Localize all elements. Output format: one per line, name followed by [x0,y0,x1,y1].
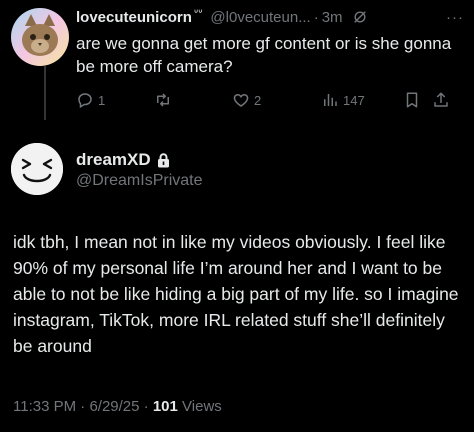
bookmark-icon [406,92,418,108]
separator-dot: · [80,398,86,415]
author-name-row: dreamXD [76,150,170,170]
reply-action-bar: 1 2 147 [76,91,464,111]
more-icon[interactable]: ··· [446,9,464,26]
reply-timestamp[interactable]: 3m [322,9,343,26]
like-count: 2 [254,92,262,108]
author-handle[interactable]: @DreamIsPrivate [76,172,203,190]
tweet-body: idk tbh, I mean not in like my videos ob… [13,232,459,356]
reply-display-name[interactable]: lovecuteunicorn [76,9,192,26]
like-icon [233,93,249,107]
tweet-time[interactable]: 11:33 PM [13,398,76,415]
smiley-mask-avatar-image [11,143,63,195]
views-icon [324,94,337,106]
name-decoration: ᐡᐡ [193,7,203,20]
author-display-name[interactable]: dreamXD [76,150,151,170]
tweet-date[interactable]: 6/29/25 [89,398,139,415]
reply-text: are we gonna get more gf content or is s… [76,34,452,76]
separator-dot: · [143,398,149,415]
lock-icon [157,152,169,167]
separator-dot: · [313,8,319,26]
share-button[interactable] [432,91,450,109]
reply-handle[interactable]: @l0vecuteun... [210,9,310,26]
tweet-meta: 11:33 PM · 6/29/25 · 101 Views [13,398,222,415]
reply-header: lovecuteunicorn ᐡᐡ @l0vecuteun... · 3m ·… [76,7,464,27]
reply-icon [78,93,92,109]
cat-avatar-image [11,8,69,66]
avatar[interactable] [11,143,63,195]
retweet-icon [157,93,169,107]
views-count: 101 [152,398,178,415]
like-button[interactable]: 2 [232,91,261,109]
reply-button[interactable]: 1 [76,91,105,109]
reply-count: 1 [98,92,106,108]
view-count: 147 [343,92,365,108]
thread-connector-line [44,66,46,120]
share-icon [434,92,448,107]
views-button[interactable]: 147 [321,91,365,109]
grok-icon[interactable] [353,10,367,24]
avatar[interactable] [11,8,69,66]
bookmark-button[interactable] [403,91,421,109]
views-label: Views [182,398,222,415]
retweet-button[interactable] [154,91,176,109]
